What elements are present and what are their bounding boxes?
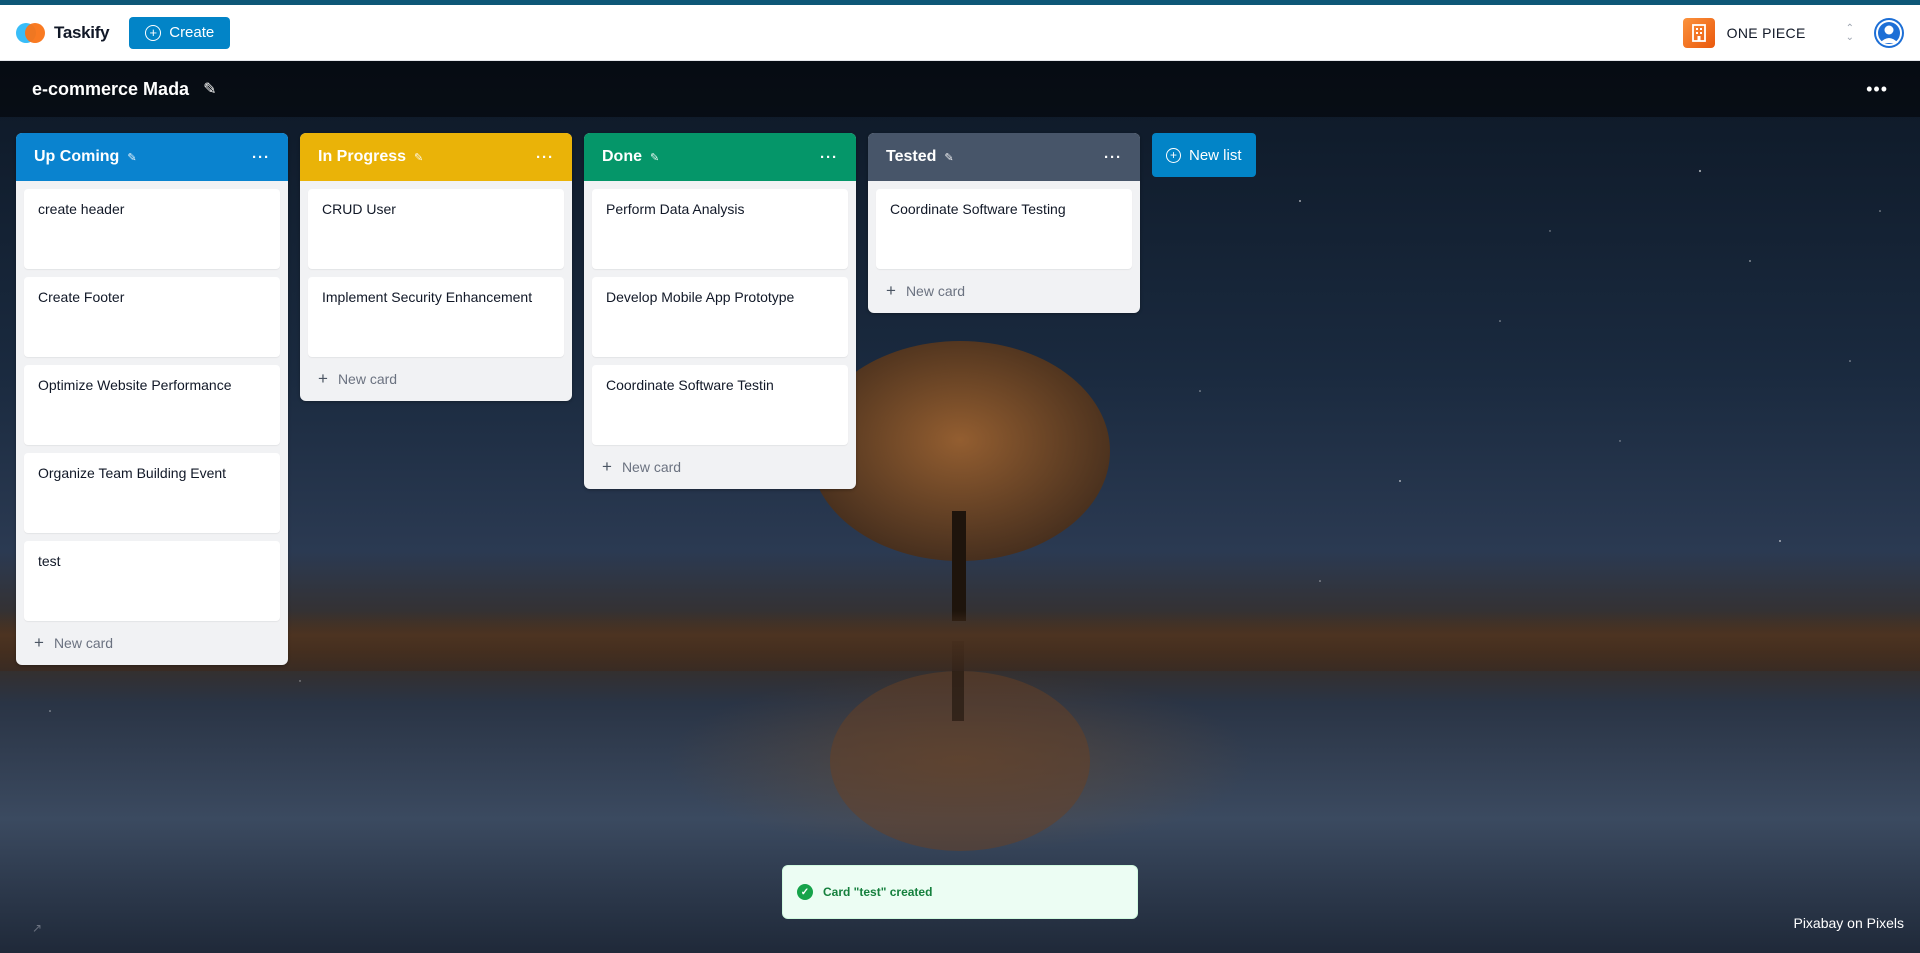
list-header[interactable]: Up Coming ✎ ···	[16, 133, 288, 181]
building-icon	[1691, 23, 1706, 42]
list-options-icon[interactable]: ···	[536, 149, 554, 166]
create-button-label: Create	[169, 24, 215, 41]
card-item[interactable]: create header	[24, 189, 280, 269]
list-options-icon[interactable]: ···	[820, 149, 838, 166]
new-list-button[interactable]: + New list	[1152, 133, 1256, 177]
card-list: Perform Data Analysis Develop Mobile App…	[584, 181, 856, 445]
check-circle-icon: ✓	[797, 884, 813, 900]
toast-message: Card "test" created	[823, 885, 933, 899]
list-header[interactable]: Tested ✎ ···	[868, 133, 1140, 181]
plus-circle-icon: +	[145, 24, 162, 41]
card-item[interactable]: CRUD User	[308, 189, 564, 269]
card-item[interactable]: Coordinate Software Testin	[592, 365, 848, 445]
organization-avatar[interactable]	[1682, 17, 1715, 48]
list-done: Done ✎ ··· Perform Data Analysis Develop…	[584, 133, 856, 489]
card-item[interactable]: Develop Mobile App Prototype	[592, 277, 848, 357]
list-options-icon[interactable]: ···	[1104, 149, 1122, 166]
create-button[interactable]: + Create	[129, 16, 231, 49]
card-list: create header Create Footer Optimize Web…	[16, 181, 288, 621]
pencil-icon[interactable]: ✎	[203, 79, 216, 99]
board-title[interactable]: e-commerce Mada	[32, 79, 189, 100]
list-title[interactable]: Tested	[886, 148, 936, 166]
card-list: Coordinate Software Testing	[868, 181, 1140, 269]
list-title[interactable]: In Progress	[318, 148, 406, 166]
organization-name: ONE PIECE	[1726, 24, 1806, 41]
navbar: Taskify + Create ONE PIECE ⌃ ⌄	[0, 5, 1920, 61]
user-icon	[1876, 19, 1902, 46]
new-card-label: New card	[53, 635, 114, 651]
pencil-icon[interactable]: ✎	[127, 151, 136, 164]
card-item[interactable]: Coordinate Software Testing	[876, 189, 1132, 269]
chevron-down-icon: ⌄	[1845, 31, 1854, 43]
card-item[interactable]: Implement Security Enhancement	[308, 277, 564, 357]
lists-container: Up Coming ✎ ··· create header Create Foo…	[16, 133, 1256, 665]
new-card-button[interactable]: + New card	[868, 269, 1140, 313]
board-options-icon[interactable]: •••	[1866, 79, 1888, 100]
new-card-button[interactable]: + New card	[584, 445, 856, 489]
new-card-label: New card	[905, 283, 966, 299]
toast-notification: ✓ Card "test" created	[782, 865, 1138, 919]
app-name: Taskify	[54, 22, 110, 42]
plus-icon: +	[886, 281, 896, 300]
list-title[interactable]: Done	[602, 148, 642, 166]
resize-handle-icon: ↗	[32, 921, 43, 935]
app-logo[interactable]: Taskify	[16, 22, 110, 44]
plus-icon: +	[318, 369, 328, 388]
card-item[interactable]: Organize Team Building Event	[24, 453, 280, 533]
board-canvas: e-commerce Mada ✎ ••• Up Coming ✎ ··· cr…	[0, 61, 1920, 953]
board-header: e-commerce Mada ✎ •••	[0, 61, 1920, 117]
new-card-label: New card	[621, 459, 682, 475]
user-avatar[interactable]	[1874, 17, 1904, 48]
pencil-icon[interactable]: ✎	[414, 151, 423, 164]
list-in-progress: In Progress ✎ ··· CRUD User Implement Se…	[300, 133, 572, 401]
card-item[interactable]: Create Footer	[24, 277, 280, 357]
list-options-icon[interactable]: ···	[252, 149, 270, 166]
list-tested: Tested ✎ ··· Coordinate Software Testing…	[868, 133, 1140, 313]
new-card-label: New card	[337, 371, 398, 387]
list-header[interactable]: Done ✎ ···	[584, 133, 856, 181]
card-item[interactable]: Perform Data Analysis	[592, 189, 848, 269]
pencil-icon[interactable]: ✎	[650, 151, 659, 164]
plus-icon: +	[602, 457, 612, 476]
plus-icon: +	[34, 633, 44, 652]
card-item[interactable]: test	[24, 541, 280, 621]
new-card-button[interactable]: + New card	[300, 357, 572, 401]
new-list-label: New list	[1189, 146, 1242, 164]
card-item[interactable]: Optimize Website Performance	[24, 365, 280, 445]
logo-icon	[16, 22, 46, 44]
list-header[interactable]: In Progress ✎ ···	[300, 133, 572, 181]
pencil-icon[interactable]: ✎	[944, 151, 953, 164]
organization-switcher[interactable]: ⌃ ⌄	[1845, 23, 1854, 43]
card-list: CRUD User Implement Security Enhancement	[300, 181, 572, 357]
new-card-button[interactable]: + New card	[16, 621, 288, 665]
list-up-coming: Up Coming ✎ ··· create header Create Foo…	[16, 133, 288, 665]
image-credit-link[interactable]: Pixabay on Pixels	[1793, 915, 1904, 931]
plus-circle-icon: +	[1166, 147, 1181, 163]
list-title[interactable]: Up Coming	[34, 148, 119, 166]
